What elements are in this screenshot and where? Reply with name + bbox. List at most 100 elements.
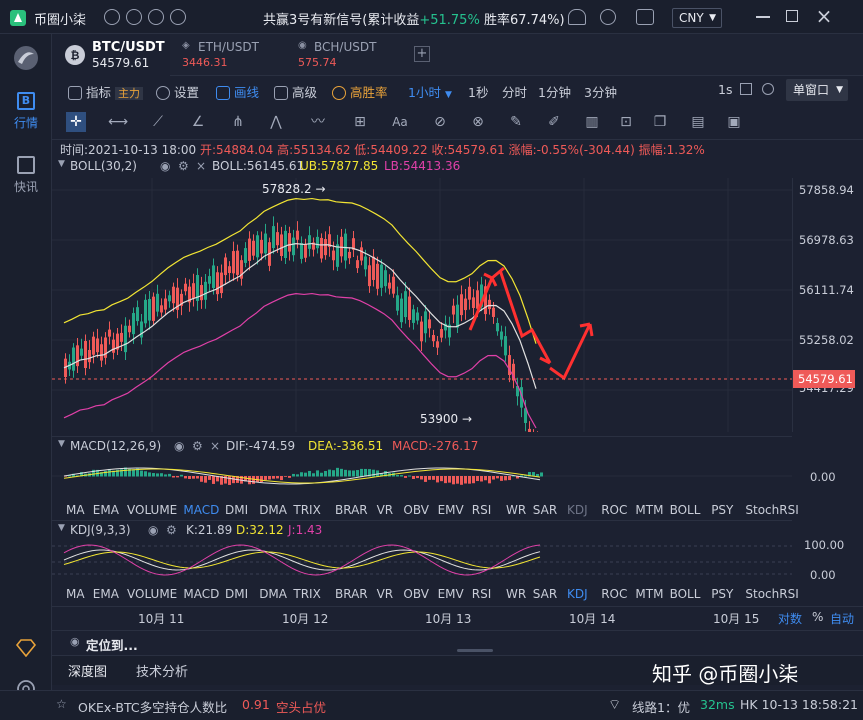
tab-bch[interactable]: ◉ BCH/USDT 575.74 [288, 34, 406, 76]
indicator-tab-roc[interactable]: ROC [601, 503, 627, 517]
horizontal-line-icon[interactable]: ⟷ [108, 112, 128, 132]
indicator-tab-wr[interactable]: WR [506, 503, 526, 517]
gear-icon[interactable]: ⚙ [166, 523, 177, 537]
star-icon[interactable]: ☆ [56, 697, 67, 711]
ruler-icon[interactable]: ⊘ [430, 112, 450, 132]
sidebar-item-news[interactable]: 快讯 [0, 156, 52, 195]
trend-line-icon[interactable]: ⟋ [148, 112, 168, 132]
indicator-tab-stochrsi[interactable]: StochRSI [745, 587, 798, 601]
resize-handle[interactable] [457, 649, 493, 652]
indicator-tab-ema[interactable]: EMA [93, 503, 119, 517]
right-interval[interactable]: 1s [718, 82, 732, 97]
tab-analysis[interactable]: 技术分析 [136, 661, 188, 680]
tab-eth[interactable]: ◈ ETH/USDT 3446.31 [172, 34, 290, 76]
indicator-tab-mtm[interactable]: MTM [635, 587, 663, 601]
candlestick-chart[interactable] [52, 178, 792, 432]
indicator-tab-ma[interactable]: MA [66, 587, 85, 601]
indicator-tab-volume[interactable]: VOLUME [127, 503, 177, 517]
close-icon[interactable]: × [196, 159, 206, 173]
camera-icon[interactable] [762, 83, 774, 95]
indicator-tab-boll[interactable]: BOLL [670, 587, 701, 601]
trash-icon[interactable]: ▣ [724, 112, 744, 132]
indicator-tab-roc[interactable]: ROC [601, 587, 627, 601]
brush-icon[interactable]: ✎ [506, 112, 526, 132]
note-icon[interactable]: ▤ [688, 112, 708, 132]
bell-icon[interactable] [568, 9, 586, 25]
indicator-tab-sar[interactable]: SAR [533, 587, 557, 601]
add-tab-button[interactable]: + [414, 46, 430, 62]
signal-banner[interactable]: 共赢3号有新信号(累计收益+51.75% 胜率67.74%) [263, 9, 565, 28]
indicator-tab-macd[interactable]: MACD [183, 503, 219, 517]
interval-timeshare[interactable]: 分时 [502, 82, 527, 101]
indicator-tab-ema[interactable]: EMA [93, 587, 119, 601]
eye-icon[interactable]: ◉ [148, 523, 158, 537]
indicator-tab-boll[interactable]: BOLL [670, 503, 701, 517]
gear-icon[interactable]: ⚙ [192, 439, 203, 453]
tab-depth[interactable]: 深度图 [68, 661, 107, 680]
fork-icon[interactable]: ⋔ [228, 112, 248, 132]
sidebar-item-market[interactable]: B 行情 [0, 92, 52, 131]
tab-btc[interactable]: ₿ BTC/USDT 54579.61 [52, 34, 170, 76]
indicators-button[interactable]: 指标 主力 [68, 82, 143, 101]
gear-icon[interactable]: ⚙ [178, 159, 189, 173]
interval-1s[interactable]: 1秒 [468, 82, 488, 101]
interval-3m[interactable]: 3分钟 [584, 82, 617, 101]
indicator-tab-brar[interactable]: BRAR [335, 587, 368, 601]
close-icon[interactable]: × [210, 439, 220, 453]
interval-1h[interactable]: 1小时 ▼ [408, 82, 452, 101]
settings-button[interactable]: 设置 [156, 82, 199, 101]
lock-icon[interactable]: ⊡ [616, 112, 636, 132]
indicator-tab-dmi[interactable]: DMI [225, 587, 248, 601]
draw-button[interactable]: 画线 [216, 82, 259, 101]
indicator-tab-vr[interactable]: VR [377, 587, 394, 601]
info-icon[interactable] [104, 9, 120, 25]
indicator-tab-stochrsi[interactable]: StochRSI [745, 503, 798, 517]
indicator-tab-psy[interactable]: PSY [711, 503, 733, 517]
window-mode-select[interactable]: 单窗口 ▼ [786, 79, 848, 101]
indicator-tab-sar[interactable]: SAR [533, 503, 557, 517]
locate-button[interactable]: 定位到... [86, 635, 138, 654]
minimize-icon[interactable] [756, 16, 770, 18]
line-status[interactable]: 线路1：优 [632, 697, 690, 716]
indicator-tab-obv[interactable]: OBV [403, 587, 429, 601]
fullscreen-icon[interactable] [740, 83, 752, 95]
measure-icon[interactable]: ⊞ [350, 112, 370, 132]
auto-scale-toggle[interactable]: 自动 [830, 610, 854, 627]
chart-area[interactable]: 时间:2021-10-13 18:00 开:54884.04 高:55134.6… [52, 140, 863, 630]
close-icon[interactable]: × [814, 4, 834, 28]
diamond-icon[interactable] [15, 639, 37, 657]
indicator-tab-dmi[interactable]: DMI [225, 503, 248, 517]
log-scale-toggle[interactable]: 对数 [778, 610, 802, 627]
advanced-button[interactable]: 高级 [274, 82, 317, 101]
eye-icon[interactable]: ◉ [160, 159, 170, 173]
indicator-tab-vr[interactable]: VR [377, 503, 394, 517]
indicator-tab-kdj[interactable]: KDJ [567, 503, 588, 517]
indicator-tab-mtm[interactable]: MTM [635, 503, 663, 517]
indicator-tab-volume[interactable]: VOLUME [127, 587, 177, 601]
eraser-icon[interactable]: ⊗ [468, 112, 488, 132]
text-icon[interactable]: Aa [390, 112, 410, 132]
copy-icon[interactable]: ❐ [650, 112, 670, 132]
crosshair-icon[interactable]: ✛ [66, 112, 86, 132]
angle-icon[interactable]: ∠ [188, 112, 208, 132]
maximize-icon[interactable] [786, 10, 798, 22]
macd-chart[interactable] [52, 456, 792, 502]
indicator-tab-dma[interactable]: DMA [259, 587, 287, 601]
indicator-tab-wr[interactable]: WR [506, 587, 526, 601]
indicator-tab-brar[interactable]: BRAR [335, 503, 368, 517]
indicator-tab-rsi[interactable]: RSI [472, 587, 492, 601]
marker-icon[interactable]: ✐ [544, 112, 564, 132]
indicator-tab-dma[interactable]: DMA [259, 503, 287, 517]
telegram-icon[interactable] [170, 9, 186, 25]
indicator-tab-psy[interactable]: PSY [711, 587, 733, 601]
eye-icon[interactable]: ◉ [174, 439, 184, 453]
winrate-button[interactable]: 高胜率 [332, 82, 388, 101]
coin-icon[interactable] [148, 9, 164, 25]
collapse-icon[interactable]: ▼ [58, 159, 65, 169]
candles-icon[interactable]: ▥ [582, 112, 602, 132]
indicator-tab-trix[interactable]: TRIX [293, 587, 320, 601]
indicator-tab-obv[interactable]: OBV [403, 503, 429, 517]
interval-1m[interactable]: 1分钟 [538, 82, 571, 101]
indicator-tab-ma[interactable]: MA [66, 503, 85, 517]
currency-select[interactable]: CNY ▼ [672, 8, 722, 28]
